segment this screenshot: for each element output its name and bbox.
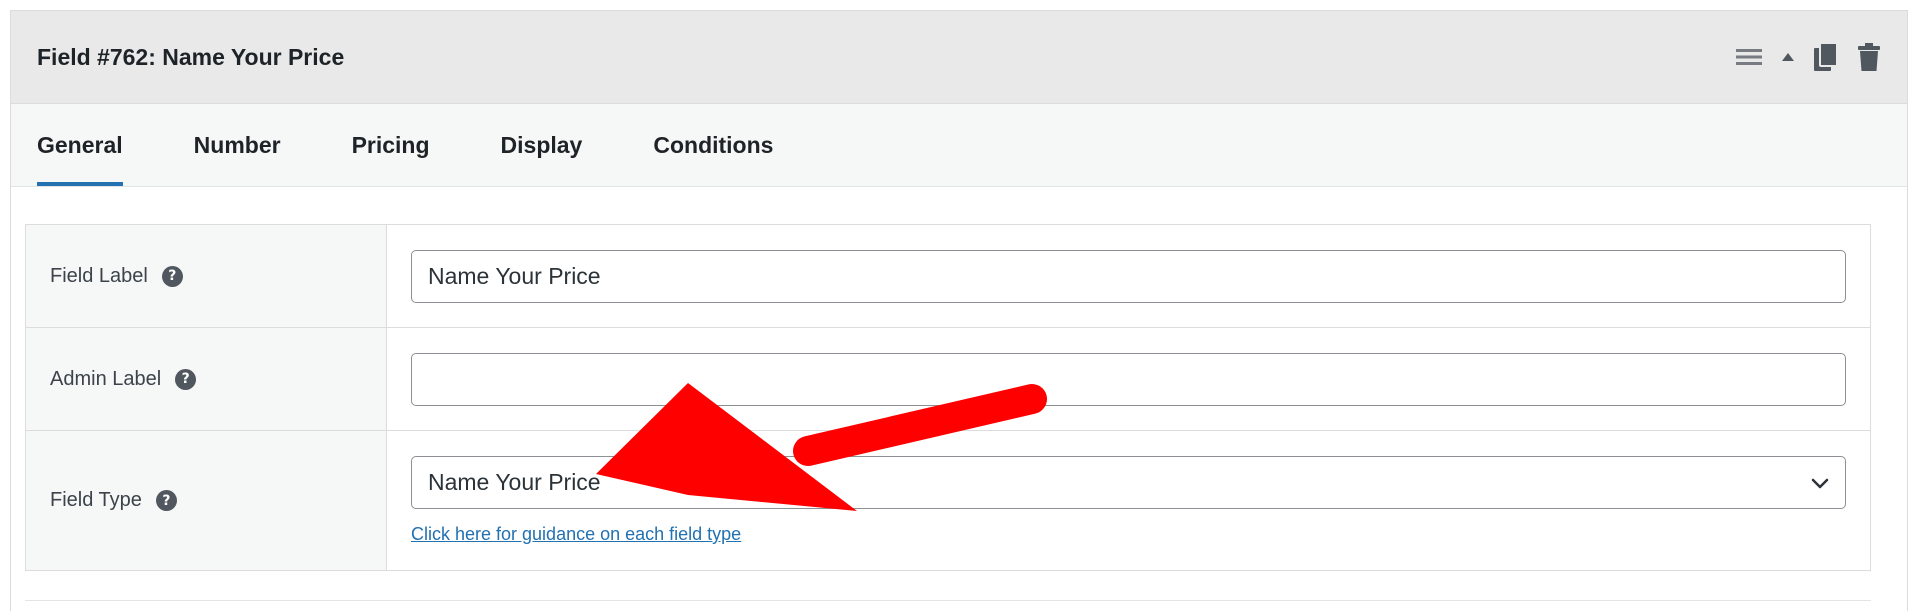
field-type-selected-value: Name Your Price (428, 469, 601, 495)
help-icon[interactable]: ? (155, 490, 177, 511)
panel-title: Field #762: Name Your Price (37, 44, 345, 70)
field-type-select[interactable]: Name Your Price (411, 456, 1846, 509)
field-type-label: Field Type (50, 489, 142, 511)
admin-label-cell: Admin Label ? (26, 328, 387, 430)
chevron-down-icon (1811, 469, 1829, 496)
caret-up-icon[interactable] (1781, 51, 1795, 63)
tab-general[interactable]: General (37, 104, 123, 186)
duplicate-icon[interactable] (1813, 42, 1839, 72)
help-icon[interactable]: ? (161, 265, 183, 287)
field-type-value-cell: Name Your Price Click here for guidance … (387, 431, 1870, 570)
field-label-value-cell (387, 225, 1870, 327)
row-admin-label: Admin Label ? (26, 328, 1870, 431)
field-label-label: Field Label (50, 264, 148, 287)
panel-header: Field #762: Name Your Price (11, 11, 1907, 104)
tab-display[interactable]: Display (501, 104, 583, 186)
tab-number[interactable]: Number (194, 104, 281, 186)
row-field-type: Field Type ? Name Your Price Click here … (26, 431, 1870, 570)
admin-label-input[interactable] (411, 353, 1846, 406)
row-field-label: Field Label ? (26, 225, 1870, 328)
menu-icon[interactable] (1735, 46, 1763, 68)
field-label-input[interactable] (411, 250, 1846, 303)
header-actions (1735, 11, 1881, 103)
trash-icon[interactable] (1857, 42, 1881, 72)
field-type-cell: Field Type ? (26, 431, 387, 570)
admin-label-label: Admin Label (50, 367, 162, 390)
field-type-guidance-link[interactable]: Click here for guidance on each field ty… (411, 524, 741, 545)
admin-label-value-cell (387, 328, 1870, 430)
help-icon[interactable]: ? (175, 368, 197, 390)
tab-pricing[interactable]: Pricing (352, 104, 430, 186)
divider (25, 600, 1871, 601)
tab-conditions[interactable]: Conditions (653, 104, 773, 186)
field-settings-table: Field Label ? Admin Label ? Field Type ?… (25, 224, 1871, 571)
field-label-cell: Field Label ? (26, 225, 387, 327)
tab-bar: General Number Pricing Display Condition… (11, 104, 1907, 187)
